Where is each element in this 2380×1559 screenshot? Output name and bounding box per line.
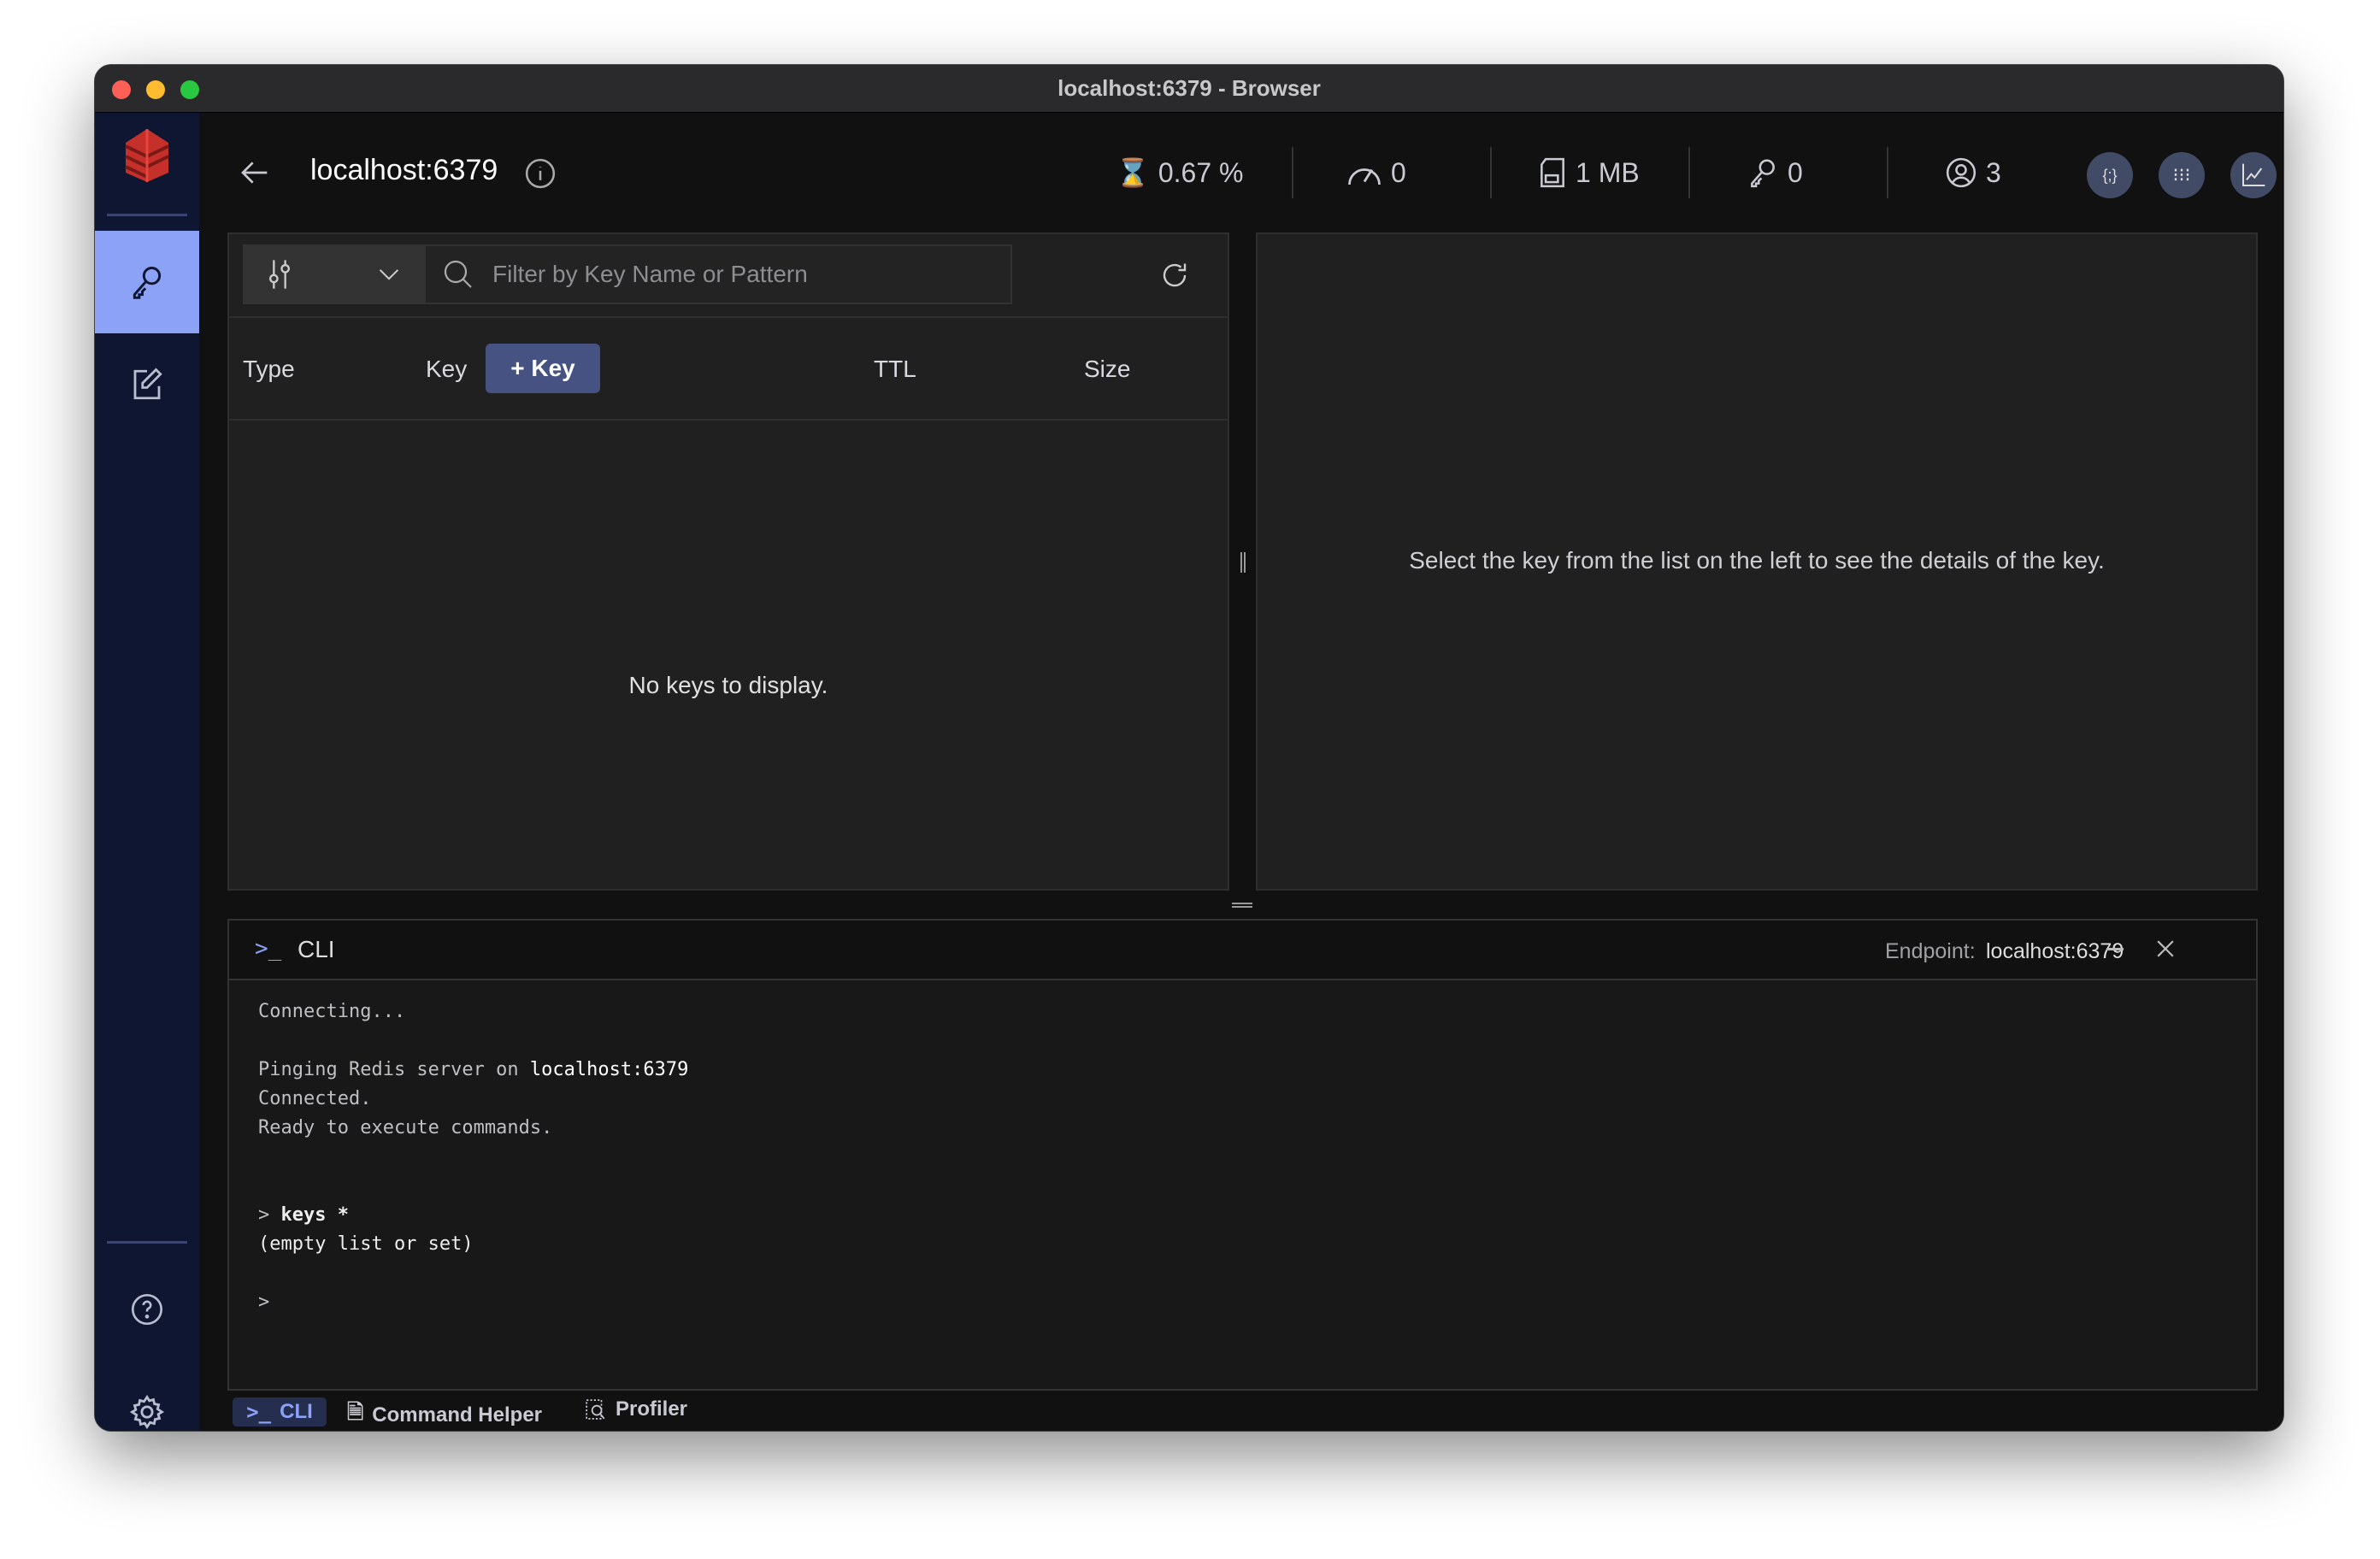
key-details-panel: Select the key from the list on the left…: [1256, 232, 2258, 891]
filter-input[interactable]: Filter by Key Name or Pattern: [424, 244, 1012, 304]
terminal-icon: >_: [255, 936, 282, 962]
column-size: Size: [1084, 356, 1131, 382]
code-file-icon: {;}: [2102, 166, 2118, 184]
sidebar: [95, 113, 199, 1431]
tab-profiler[interactable]: Profiler: [585, 1397, 687, 1421]
column-key[interactable]: Key: [426, 356, 467, 383]
db-name: localhost:6379: [310, 154, 498, 186]
cli-input[interactable]: >: [258, 1288, 688, 1317]
cpu-stat: ⌛ 0.67 %: [1116, 156, 1244, 189]
refresh-icon[interactable]: [1159, 260, 1190, 291]
maximize-window-button[interactable]: [180, 80, 199, 99]
chart-icon: [2242, 163, 2265, 186]
tab-command-helper[interactable]: 🗎 Command Helper: [347, 1397, 542, 1431]
info-icon[interactable]: [524, 157, 557, 190]
app-window: localhost:6379 - Browser localhost:6379 …: [94, 64, 2284, 1432]
memory-stat: 1 MB: [1538, 113, 1640, 232]
code-file-button[interactable]: {;}: [2087, 152, 2133, 198]
ops-stat: 0: [1346, 113, 1406, 232]
column-ttl: TTL: [874, 356, 916, 382]
close-window-button[interactable]: [112, 80, 131, 99]
details-empty-message: Select the key from the list on the left…: [1409, 547, 2105, 574]
cli-panel: >_ CLI Endpoint: localhost:6379 Connecti…: [227, 919, 2258, 1391]
bottom-tab-bar: >_ CLI 🗎 Command Helper Profiler: [227, 1391, 2258, 1431]
key-list-panel: Filter by Key Name or Pattern Type Key +…: [227, 232, 1229, 891]
grid-icon: ⁝⁝⁝: [2172, 164, 2191, 185]
sliders-icon: [269, 260, 290, 289]
memory-card-icon: [1541, 157, 1564, 188]
window-title: localhost:6379 - Browser: [1057, 75, 1321, 101]
redis-logo[interactable]: [95, 113, 199, 198]
document-icon: 🗎: [347, 1401, 364, 1424]
vertical-resize-handle[interactable]: [1240, 552, 1246, 573]
help-icon: [132, 1294, 162, 1325]
clients-stat: 3: [1945, 113, 2001, 232]
profiler-search-icon: [586, 1399, 605, 1420]
empty-keys-message: No keys to display.: [628, 672, 828, 698]
title-bar: localhost:6379 - Browser: [95, 65, 2283, 113]
key-icon: [1751, 159, 1775, 188]
back-arrow-icon[interactable]: [239, 156, 273, 190]
key-icon: [133, 267, 162, 299]
column-type: Type: [243, 356, 295, 382]
sidebar-item-browser[interactable]: [95, 231, 199, 333]
module-grid-button[interactable]: ⁝⁝⁝: [2159, 152, 2205, 198]
add-key-button[interactable]: + Key: [486, 344, 600, 393]
settings-button[interactable]: [95, 1361, 199, 1431]
minimize-window-button[interactable]: [146, 80, 165, 99]
header: localhost:6379 ⌛ 0.67 % 0 1 MB 0 3 {;} ⁝⁝…: [199, 113, 2283, 232]
minimize-cli-button[interactable]: [2106, 948, 2124, 950]
gauge-icon: [1348, 168, 1381, 185]
close-icon[interactable]: [2156, 939, 2175, 958]
sidebar-item-workbench[interactable]: [95, 333, 199, 436]
cli-output: Connecting... Pinging Redis server on lo…: [258, 997, 688, 1317]
chevron-down-icon: [379, 269, 399, 280]
edit-icon: [133, 368, 162, 400]
table-header: Type Key + Key TTL Size: [229, 318, 1228, 421]
terminal-icon: >_: [246, 1400, 272, 1424]
horizontal-resize-handle[interactable]: [1232, 903, 1252, 908]
filter-type-dropdown[interactable]: [243, 244, 424, 304]
help-button[interactable]: [95, 1258, 199, 1361]
hourglass-icon: ⌛: [1116, 157, 1150, 188]
gear-icon: [129, 1394, 165, 1430]
tab-cli[interactable]: >_ CLI: [233, 1397, 327, 1427]
keys-stat: 0: [1747, 113, 1803, 232]
search-icon: [444, 260, 472, 288]
analytics-button[interactable]: [2230, 152, 2277, 198]
user-icon: [1946, 157, 1976, 188]
cli-header: >_ CLI Endpoint: localhost:6379: [229, 921, 2256, 980]
